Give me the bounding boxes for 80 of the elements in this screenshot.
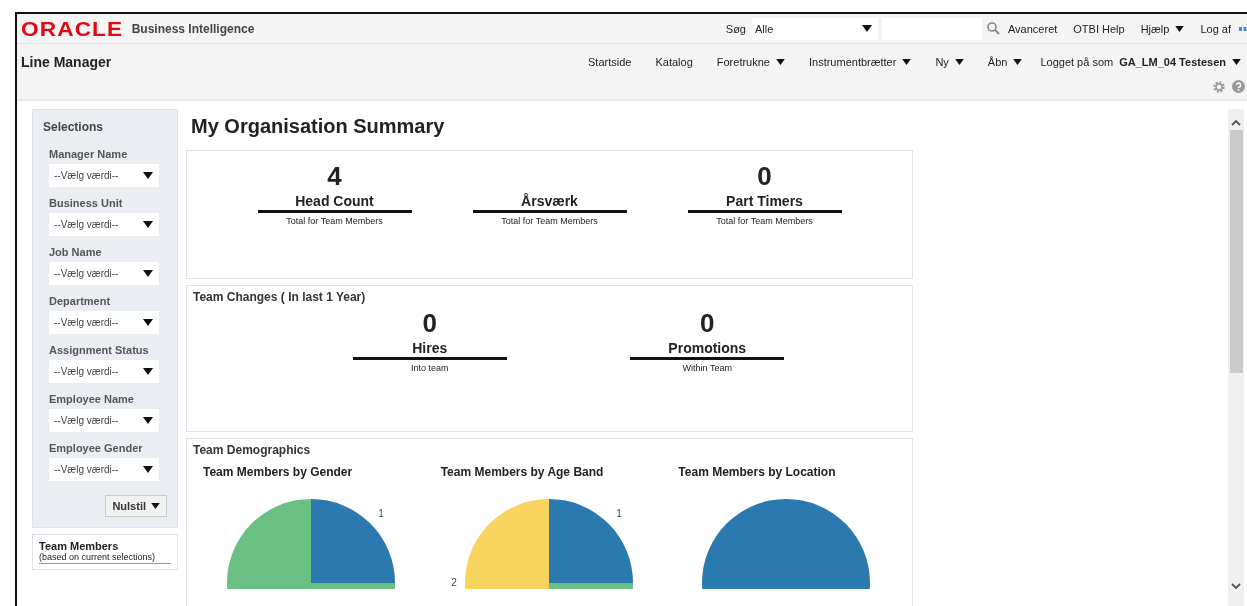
nav-link[interactable]: Foretrukne xyxy=(716,56,785,68)
header-link[interactable]: OTBI Help xyxy=(1073,22,1125,35)
metric-label: Part Timers xyxy=(687,193,842,213)
metric-value: 0 xyxy=(422,308,437,340)
filter-dropdown[interactable]: --Vælg værdi-- xyxy=(49,164,159,187)
settings-icon[interactable] xyxy=(1212,80,1226,94)
slice-label: 1 xyxy=(615,508,622,519)
filter-dropdown[interactable]: --Vælg værdi-- xyxy=(49,262,159,285)
slice-label: 1 xyxy=(378,508,384,519)
chart-title: Team Members by Location xyxy=(678,465,837,479)
chart-title: Team Members by Gender xyxy=(203,465,354,479)
caret-icon xyxy=(1175,25,1185,32)
caret-icon xyxy=(143,221,153,228)
nav-link[interactable]: Åbn xyxy=(987,56,1023,68)
caret-icon xyxy=(954,59,964,65)
search-scope-dropdown[interactable]: Alle xyxy=(752,17,878,40)
caret-icon xyxy=(143,368,153,375)
filter-label: Manager Name xyxy=(49,148,129,160)
filter-label: Employee Name xyxy=(49,393,135,405)
metric-value: 4 xyxy=(327,161,342,193)
caret-icon xyxy=(143,270,153,277)
scroll-up-icon[interactable] xyxy=(1231,119,1241,126)
metric-label: Promotions xyxy=(630,340,785,360)
panel-title: Selections xyxy=(43,120,105,134)
filter-dropdown[interactable]: --Vælg værdi-- xyxy=(49,409,159,432)
filter-dropdown[interactable]: --Vælg værdi-- xyxy=(49,311,159,334)
search-label: Søg xyxy=(725,22,746,35)
filter-label: Business Unit xyxy=(49,197,124,209)
filter-label: Assignment Status xyxy=(49,344,150,356)
metric-value: 0 xyxy=(700,308,715,340)
caret-icon xyxy=(143,466,153,473)
caret-icon xyxy=(902,59,912,65)
caret-icon xyxy=(151,503,160,509)
filter-label: Employee Gender xyxy=(49,442,144,454)
panel-title: Team Demographics xyxy=(193,443,312,457)
nav-link[interactable]: Startside xyxy=(588,56,632,68)
slice-label: 2 xyxy=(450,577,457,588)
metric-caption: Total for Team Members xyxy=(286,216,383,226)
metric-caption: Total for Team Members xyxy=(716,216,813,226)
scrollbar-thumb[interactable] xyxy=(1229,130,1243,373)
chart-title: Team Members by Age Band xyxy=(440,465,605,479)
product-name: Business Intelligence xyxy=(131,21,255,36)
filter-label: Department xyxy=(49,295,112,307)
dashboard-title: My Organisation Summary xyxy=(191,115,446,138)
filter-dropdown[interactable]: --Vælg værdi-- xyxy=(49,360,159,383)
metric-label: Hires xyxy=(352,340,507,360)
caret-icon xyxy=(143,172,153,179)
caret-icon xyxy=(143,319,153,326)
nav-link[interactable]: Ny xyxy=(935,56,964,68)
caret-icon xyxy=(1232,59,1241,65)
scrollbar[interactable] xyxy=(1228,109,1244,606)
nav-link[interactable]: Instrumentbrætter xyxy=(808,56,912,68)
oracle-logo: ORACLE xyxy=(21,18,124,39)
header-link[interactable]: Avanceret xyxy=(1008,22,1058,35)
filter-dropdown[interactable]: --Vælg værdi-- xyxy=(49,213,159,236)
user-menu[interactable]: GA_LM_04 Testesen xyxy=(1119,56,1241,68)
page-heading: Line Manager xyxy=(21,54,112,70)
metric-value: 0 xyxy=(757,161,772,193)
caret-icon xyxy=(143,417,153,424)
scroll-down-icon[interactable] xyxy=(1231,583,1241,590)
panel-title: Team Changes ( In last 1 Year) xyxy=(193,290,367,304)
metric-caption: Within Team xyxy=(682,363,732,373)
filter-label: Job Name xyxy=(49,246,103,258)
metric-caption: Total for Team Members xyxy=(501,216,598,226)
metric-label: Årsværk xyxy=(472,193,627,213)
nav-link[interactable]: Katalog xyxy=(655,56,693,68)
header-link[interactable]: Log af xyxy=(1200,22,1231,35)
metric-caption: Into team xyxy=(411,363,449,373)
header-link[interactable]: Hjælp xyxy=(1140,22,1185,35)
caret-icon xyxy=(775,59,785,65)
search-icon[interactable] xyxy=(987,22,1000,35)
caret-icon xyxy=(1013,59,1023,65)
user-prefix: Logget på som xyxy=(1040,56,1114,68)
reset-button[interactable]: Nulstil xyxy=(105,495,167,517)
metric-label: Head Count xyxy=(257,193,412,213)
caret-icon xyxy=(862,25,872,32)
filter-dropdown[interactable]: --Vælg værdi-- xyxy=(49,458,159,481)
panel-note: (based on current selections) xyxy=(39,552,171,564)
panel-title: Team Members xyxy=(39,540,120,552)
help-icon[interactable] xyxy=(1232,80,1245,93)
